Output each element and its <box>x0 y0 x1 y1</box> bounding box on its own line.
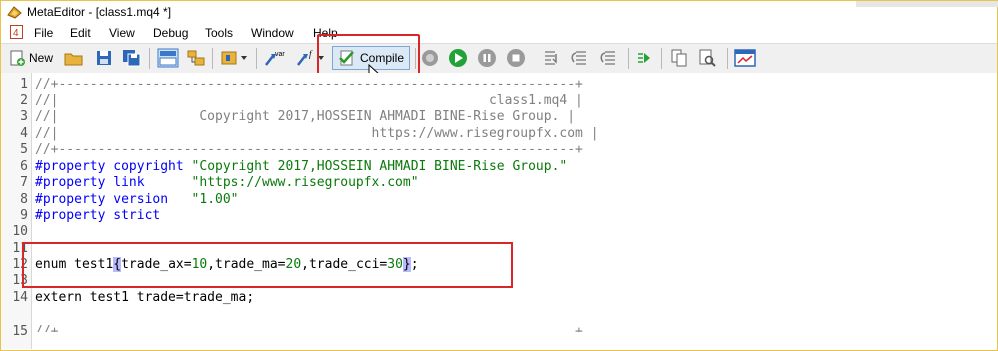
preprocessor-directive: #property link <box>35 175 192 190</box>
navigator-button[interactable] <box>157 48 179 68</box>
preprocessor-directive: #property strict <box>35 208 161 223</box>
record-icon <box>422 50 438 66</box>
menu-view[interactable]: View <box>109 26 135 40</box>
arrow-f-icon: f <box>297 49 313 66</box>
toolbar: New var f Compile <box>1 43 997 74</box>
open-button[interactable] <box>64 48 84 68</box>
code-line-8: #property version "1.00" <box>35 192 239 208</box>
code-line-15: //+ + <box>35 324 583 332</box>
string-literal: "https://www.risegroupfx.com" <box>191 175 419 190</box>
svg-text:f: f <box>309 49 313 59</box>
menu-tools[interactable]: Tools <box>205 26 233 40</box>
insert-resource-button[interactable] <box>220 48 248 68</box>
toolbox-button[interactable] <box>186 48 206 68</box>
code-line-2: //| class1.mq4 | <box>35 93 583 108</box>
svg-text:var: var <box>275 51 285 58</box>
step-into-button[interactable] <box>541 48 561 68</box>
title-bar: MetaEditor - [class1.mq4 *] <box>1 1 998 23</box>
toolbar-separator <box>212 48 213 69</box>
pause-debug-button[interactable] <box>477 48 497 68</box>
line-number: 10 <box>12 224 28 239</box>
code-line-14: extern test1 trade=trade_ma; <box>35 290 255 305</box>
menu-window[interactable]: Window <box>251 26 294 40</box>
stop-profiling-button[interactable] <box>420 48 440 68</box>
code-editor[interactable]: 1 2 3 4 5 6 7 8 9 10 11 12 13 14 15 //+-… <box>1 73 997 349</box>
new-button-label: New <box>29 51 54 65</box>
line-number: 6 <box>20 159 28 174</box>
line-number: 8 <box>20 192 28 207</box>
svg-text:4: 4 <box>13 28 19 39</box>
step-out-icon <box>600 51 615 65</box>
title-bar-strip <box>856 1 998 7</box>
code-line-1: //+-------------------------------------… <box>35 77 583 92</box>
stop-icon <box>507 49 525 67</box>
toolbox-icon <box>187 50 205 66</box>
menu-file[interactable]: File <box>34 26 53 40</box>
line-number-gutter: 1 2 3 4 5 6 7 8 9 10 11 12 13 14 15 <box>1 73 32 349</box>
chart-window-icon <box>734 49 756 67</box>
window-title: MetaEditor - [class1.mq4 *] <box>27 5 172 19</box>
document-icon[interactable]: 4 <box>10 25 23 39</box>
chevron-down-icon <box>241 56 247 60</box>
save-button[interactable] <box>95 48 113 68</box>
toolbar-separator <box>256 48 257 69</box>
new-file-icon <box>10 50 25 66</box>
toolbar-separator <box>628 48 629 69</box>
arrow-var-icon: var <box>265 51 285 66</box>
terminal-button[interactable] <box>734 48 756 68</box>
copy-icon <box>671 49 687 67</box>
string-literal: "Copyright 2017,HOSSEIN AHMADI BINE-Rise… <box>191 159 568 174</box>
open-folder-icon <box>64 53 83 66</box>
toolbar-separator <box>661 48 662 69</box>
step-into-icon <box>545 51 557 65</box>
menu-debug[interactable]: Debug <box>153 26 188 40</box>
line-number: 9 <box>20 208 28 223</box>
new-button[interactable]: New <box>8 48 53 68</box>
find-button[interactable] <box>697 48 717 68</box>
code-line-9: #property strict <box>35 208 160 224</box>
code-line-5: //+-------------------------------------… <box>35 142 583 157</box>
toolbar-separator <box>149 48 150 69</box>
play-icon <box>449 49 467 67</box>
preprocessor-directive: #property version <box>35 192 192 207</box>
line-number: 4 <box>20 126 28 141</box>
step-over-button[interactable] <box>570 48 590 68</box>
line-number: 3 <box>20 109 28 124</box>
line-number: 5 <box>20 142 28 157</box>
step-out-button[interactable] <box>599 48 619 68</box>
navigator-panel-icon <box>157 48 179 68</box>
pause-icon <box>478 49 496 67</box>
resource-icon <box>221 51 237 65</box>
step-over-icon <box>571 51 586 65</box>
toolbar-separator <box>727 48 728 69</box>
code-line-3: //| Copyright 2017,HOSSEIN AHMADI BINE-R… <box>35 109 576 124</box>
save-all-button[interactable] <box>122 48 142 68</box>
code-line-4: //| https://www.risegroupfx.com | <box>35 126 599 141</box>
save-all-icon <box>123 50 141 67</box>
line-number: 1 <box>20 77 28 92</box>
stop-debug-button[interactable] <box>506 48 526 68</box>
string-literal: "1.00" <box>191 192 239 207</box>
code-line-7: #property link "https://www.risegroupfx.… <box>35 175 419 191</box>
copy-button[interactable] <box>669 48 689 68</box>
preprocessor-directive: #property copyright <box>35 159 192 174</box>
list-names-button[interactable]: var <box>263 48 287 68</box>
menu-edit[interactable]: Edit <box>70 26 91 40</box>
search-document-icon <box>699 49 716 67</box>
metaeditor-logo-icon <box>7 6 22 19</box>
arrow-right-icon <box>638 53 650 63</box>
line-number: 7 <box>20 175 28 190</box>
menu-bar: 4 File Edit View Debug Tools Window Help <box>1 23 997 43</box>
enum-highlight-box <box>22 242 513 288</box>
save-icon <box>97 51 111 65</box>
code-line-6: #property copyright "Copyright 2017,HOSS… <box>35 159 567 175</box>
line-number: 15 <box>12 324 28 339</box>
start-debug-button[interactable] <box>448 48 468 68</box>
toggle-breakpoint-button[interactable] <box>635 48 653 68</box>
line-number: 2 <box>20 93 28 108</box>
line-number: 14 <box>12 290 28 305</box>
